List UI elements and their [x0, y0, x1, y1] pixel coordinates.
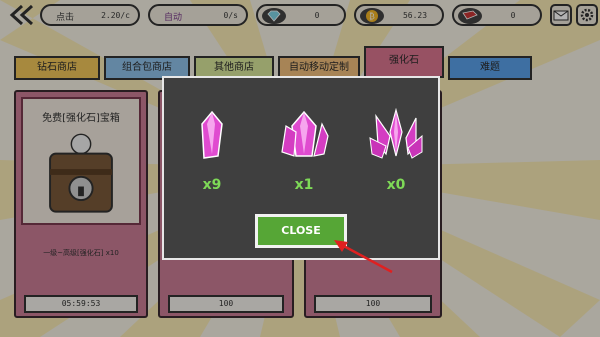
crystal-count: x0	[386, 177, 406, 193]
crystal-count: x9	[202, 177, 222, 193]
crystal-count: x1	[294, 177, 314, 193]
crystal-small-icon	[201, 110, 223, 159]
crystal-spiky-icon	[369, 108, 423, 159]
crystal-cluster-icon	[281, 110, 329, 157]
reward-modal: x9 x1 x0 CLOSE	[162, 76, 440, 260]
close-button[interactable]: CLOSE	[255, 214, 347, 248]
